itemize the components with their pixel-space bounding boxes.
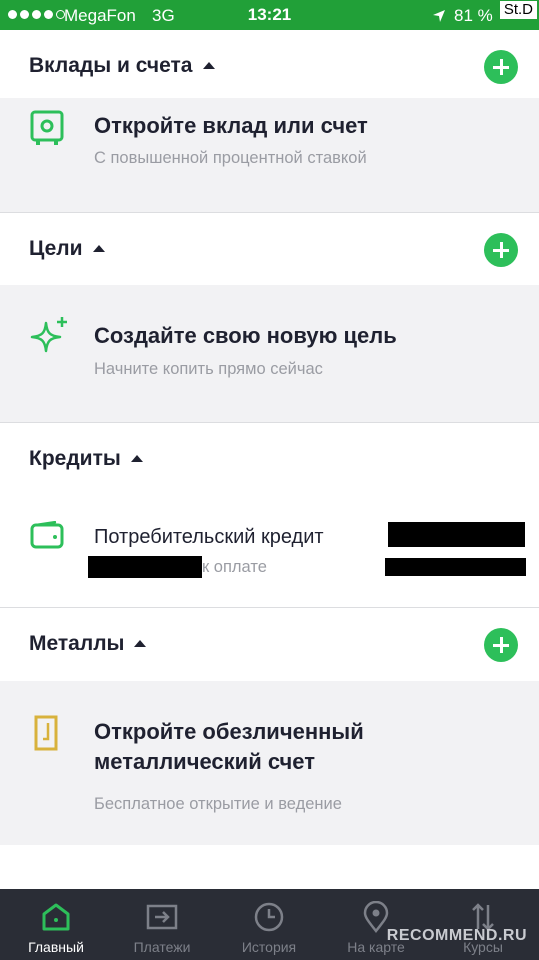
redacted-payment-amount	[385, 558, 526, 576]
home-icon	[40, 901, 72, 933]
add-deposit-button[interactable]	[484, 50, 518, 84]
caret-up-icon	[134, 639, 147, 647]
gold-bar-icon	[34, 715, 58, 756]
credit-product-name: Потребительский кредит	[94, 526, 324, 548]
tab-rates[interactable]: Курсы	[429, 889, 537, 960]
recommend-watermark: RECOMMEND.RU	[386, 927, 527, 944]
redacted-amount	[388, 522, 525, 547]
add-goal-button[interactable]	[484, 233, 518, 267]
open-deposit-title: Откройте вклад или счет	[94, 113, 368, 138]
credits-section-toggle[interactable]: Кредиты	[29, 447, 143, 471]
transfer-icon	[146, 901, 178, 933]
deposits-section-header: Вклады и счета	[0, 30, 539, 102]
metals-section-toggle[interactable]: Металлы	[29, 632, 147, 656]
caret-up-icon	[92, 244, 105, 252]
metals-section-title: Металлы	[29, 632, 125, 655]
caret-up-icon	[130, 454, 143, 462]
sparkle-icon	[30, 315, 70, 362]
open-metal-account-title-line2: металлический счет	[94, 749, 315, 774]
wallet-icon	[30, 520, 64, 554]
clock-icon	[253, 901, 285, 933]
tab-history[interactable]: История	[215, 889, 323, 960]
create-goal-card[interactable]: Создайте свою новую цель Начните копить …	[0, 285, 539, 422]
goals-section-toggle[interactable]: Цели	[29, 237, 105, 261]
tab-payments[interactable]: Платежи	[108, 889, 216, 960]
open-metal-account-card[interactable]: Откройте обезличенный металлический счет…	[0, 681, 539, 845]
watermark-text: St.D	[499, 1, 537, 19]
tab-home-label: Главный	[28, 939, 84, 955]
safe-icon	[30, 110, 64, 151]
metals-section-header: Металлы	[0, 608, 539, 680]
tab-map[interactable]: На карте	[322, 889, 430, 960]
deposits-section-title: Вклады и счета	[29, 54, 193, 77]
credit-payment-label: к оплате	[202, 558, 267, 576]
open-metal-account-title-line1: Откройте обезличенный	[94, 719, 364, 744]
add-metal-account-button[interactable]	[484, 628, 518, 662]
location-arrow-icon	[432, 8, 446, 28]
tab-history-label: История	[241, 939, 297, 955]
open-deposit-subtitle: С повышенной процентной ставкой	[94, 149, 367, 167]
redacted-date	[88, 556, 202, 578]
open-metal-account-subtitle: Бесплатное открытие и ведение	[94, 795, 342, 813]
open-deposit-card[interactable]: Откройте вклад или счет С повышенной про…	[0, 98, 539, 212]
create-goal-title: Создайте свою новую цель	[94, 323, 397, 348]
credits-section-title: Кредиты	[29, 447, 121, 470]
deposits-section-toggle[interactable]: Вклады и счета	[29, 54, 215, 78]
caret-up-icon	[202, 61, 215, 69]
bottom-tab-bar: Главный Платежи История На карте Курсы R…	[0, 889, 539, 960]
tab-payments-label: Платежи	[133, 939, 191, 955]
goals-section-header: Цели	[0, 213, 539, 285]
battery-level: 81 %	[454, 6, 493, 25]
status-bar: MegaFon 3G 13:21 81 % St.D	[0, 0, 539, 30]
create-goal-subtitle: Начните копить прямо сейчас	[94, 360, 323, 378]
goals-section-title: Цели	[29, 237, 83, 260]
consumer-credit-item[interactable]: Потребительский кредит к оплате	[0, 495, 539, 607]
credits-section-header: Кредиты	[0, 423, 539, 495]
tab-home[interactable]: Главный	[2, 889, 110, 960]
